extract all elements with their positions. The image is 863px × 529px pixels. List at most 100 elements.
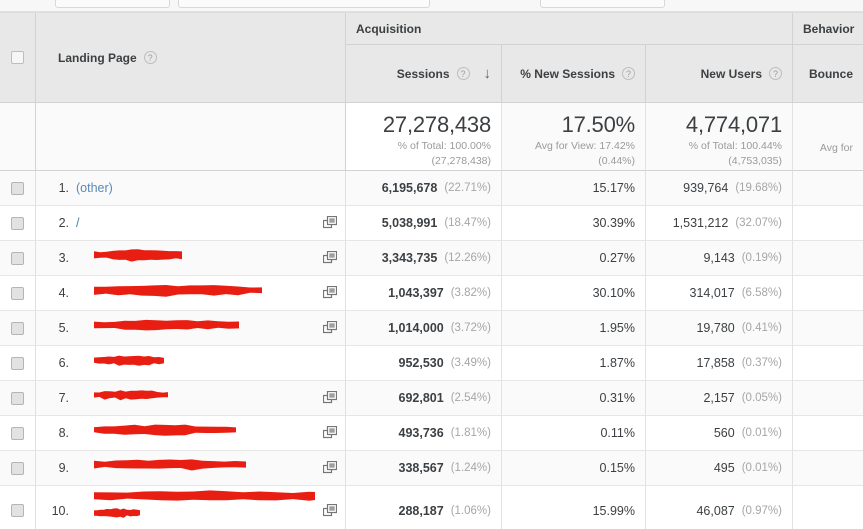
sessions-cell: 692,801 (2.54%) [346, 381, 502, 416]
row-select-cell[interactable] [0, 206, 36, 241]
new-users-value: 17,858 [696, 356, 735, 370]
select-all-checkbox[interactable] [11, 51, 24, 64]
new-users-percent: (19.68%) [735, 182, 782, 194]
row-select-cell[interactable] [0, 451, 36, 486]
report-toolbar [0, 0, 863, 12]
row-rank: 8. [58, 426, 69, 440]
sessions-cell: 493,736 (1.81%) [346, 416, 502, 451]
table-row[interactable]: 9. 338,567 (1.24%) 0.15% 495 (0.01%) [0, 451, 863, 486]
help-icon[interactable]: ? [622, 67, 635, 80]
row-checkbox[interactable] [11, 504, 24, 517]
row-checkbox[interactable] [11, 461, 24, 475]
row-select-cell[interactable] [0, 311, 36, 346]
sessions-cell: 5,038,991 (18.47%) [346, 206, 502, 241]
row-checkbox[interactable] [11, 426, 24, 440]
column-header-bounce-rate[interactable]: Bounce [793, 45, 863, 103]
select-all-cell[interactable] [0, 13, 36, 103]
new-users-value: 1,531,212 [672, 216, 729, 230]
row-select-cell[interactable] [0, 171, 36, 206]
summary-new-users-total: (4,753,035) [728, 155, 782, 167]
new-users-percent: (0.41%) [741, 322, 782, 334]
summary-sessions-pct-of-total: % of Total: 100.00% [397, 140, 491, 152]
new-sessions-pct-value: 30.10% [592, 286, 635, 300]
row-rank: 4. [58, 286, 69, 300]
open-in-new-window-icon[interactable] [315, 391, 345, 405]
new-users-value: 46,087 [696, 503, 735, 518]
landing-page-cell [76, 416, 315, 450]
sessions-cell: 952,530 (3.49%) [346, 346, 502, 381]
open-in-new-window-icon[interactable] [315, 251, 345, 265]
column-header-landing-page[interactable]: Landing Page ? [36, 13, 346, 103]
table-row[interactable]: 5. 1,014,000 (3.72%) 1.95% 19,780 (0.41%) [0, 311, 863, 346]
help-icon[interactable]: ? [143, 51, 157, 64]
landing-page-column-cell: 8. [36, 416, 346, 451]
new-users-cell: 495 (0.01%) [646, 451, 793, 486]
new-users-cell: 939,764 (19.68%) [646, 171, 793, 206]
row-checkbox[interactable] [11, 391, 24, 405]
summary-new-sessions-pct-value: 17.50% [561, 112, 636, 137]
redaction-mark [94, 388, 168, 402]
toolbar-control-2[interactable] [178, 0, 430, 8]
sessions-value: 493,736 [398, 426, 444, 440]
table-row[interactable]: 3. 3,343,735 (12.26%) 0.27% 9,143 (0.19%) [0, 241, 863, 276]
open-in-new-window-icon[interactable] [315, 321, 345, 335]
table-row[interactable]: 1. (other) 6,195,678 (22.71%) 15.17% 939,764 (… [0, 171, 863, 206]
row-select-cell[interactable] [0, 276, 36, 311]
landing-page-column-cell: 4. [36, 276, 346, 311]
row-rank: 7. [58, 391, 69, 405]
open-in-new-window-icon[interactable] [315, 426, 345, 440]
open-in-new-window-icon[interactable] [315, 503, 345, 518]
landing-page-cell: / [76, 206, 315, 240]
new-users-value: 560 [713, 426, 735, 440]
summary-bounce-rate-avg: Avg for [819, 142, 853, 154]
row-checkbox[interactable] [11, 216, 24, 230]
new-sessions-pct-cell: 0.31% [502, 381, 646, 416]
open-in-new-window-icon[interactable] [315, 286, 345, 300]
column-header-sessions[interactable]: Sessions ? ↓ [346, 45, 502, 103]
landing-page-cell [76, 346, 315, 380]
bounce-rate-cell [793, 346, 863, 381]
table-row[interactable]: 4. 1,043,397 (3.82%) 30.10% 314,017 (6.58%) [0, 276, 863, 311]
row-checkbox[interactable] [11, 286, 24, 300]
summary-bounce-rate-cell: Avg for [793, 103, 863, 171]
sessions-percent: (2.54%) [450, 392, 491, 404]
sessions-value: 5,038,991 [381, 216, 438, 230]
column-header-new-users[interactable]: New Users ? [646, 45, 793, 103]
sort-descending-icon[interactable]: ↓ [484, 66, 492, 81]
landing-page-link[interactable]: (other) [76, 181, 113, 195]
row-select-cell[interactable] [0, 346, 36, 381]
help-icon[interactable]: ? [456, 67, 470, 80]
new-users-cell: 19,780 (0.41%) [646, 311, 793, 346]
new-users-percent: (6.58%) [741, 287, 782, 299]
summary-new-users-value: 4,774,071 [685, 112, 782, 137]
help-icon[interactable]: ? [769, 67, 782, 80]
row-checkbox[interactable] [11, 251, 24, 265]
landing-page-link[interactable]: / [76, 216, 79, 230]
landing-page-column-cell: 3. [36, 241, 346, 276]
row-select-cell[interactable] [0, 416, 36, 451]
summary-new-sessions-pct-delta: (0.44%) [598, 155, 635, 167]
table-row[interactable]: 7. 692,801 (2.54%) 0.31% 2,157 (0.05%) [0, 381, 863, 416]
column-header-new-sessions-pct-label: % New Sessions [520, 66, 615, 81]
toolbar-control-1[interactable] [55, 0, 170, 8]
redaction-mark [94, 422, 236, 438]
row-select-cell[interactable] [0, 486, 36, 529]
row-checkbox[interactable] [11, 321, 24, 335]
column-header-new-sessions-pct[interactable]: % New Sessions ? [502, 45, 646, 103]
toolbar-control-3[interactable] [540, 0, 665, 8]
new-sessions-pct-value: 0.27% [599, 251, 635, 265]
sessions-cell: 338,567 (1.24%) [346, 451, 502, 486]
open-in-new-window-icon[interactable] [315, 461, 345, 475]
row-checkbox[interactable] [11, 356, 24, 370]
table-row[interactable]: 10. 288,187 (1.06%) 15.99% 46,087 (0.97%) [0, 486, 863, 529]
table-row[interactable]: 6. 952,530 (3.49%) 1.87% 17,858 (0.37%) [0, 346, 863, 381]
table-row[interactable]: 8. 493,736 (1.81%) 0.11% 560 (0.01%) [0, 416, 863, 451]
row-checkbox[interactable] [11, 181, 24, 195]
table-row[interactable]: 2. / 5,038,991 (18.47%) 30.39% 1,531,212 (32.0… [0, 206, 863, 241]
landing-page-column-cell: 2. / [36, 206, 346, 241]
row-select-cell[interactable] [0, 381, 36, 416]
summary-new-users-cell: 4,774,071 % of Total: 100.44% (4,753,035… [646, 103, 793, 171]
summary-sessions-cell: 27,278,438 % of Total: 100.00% (27,278,4… [346, 103, 502, 171]
open-in-new-window-icon[interactable] [315, 216, 345, 230]
row-select-cell[interactable] [0, 241, 36, 276]
